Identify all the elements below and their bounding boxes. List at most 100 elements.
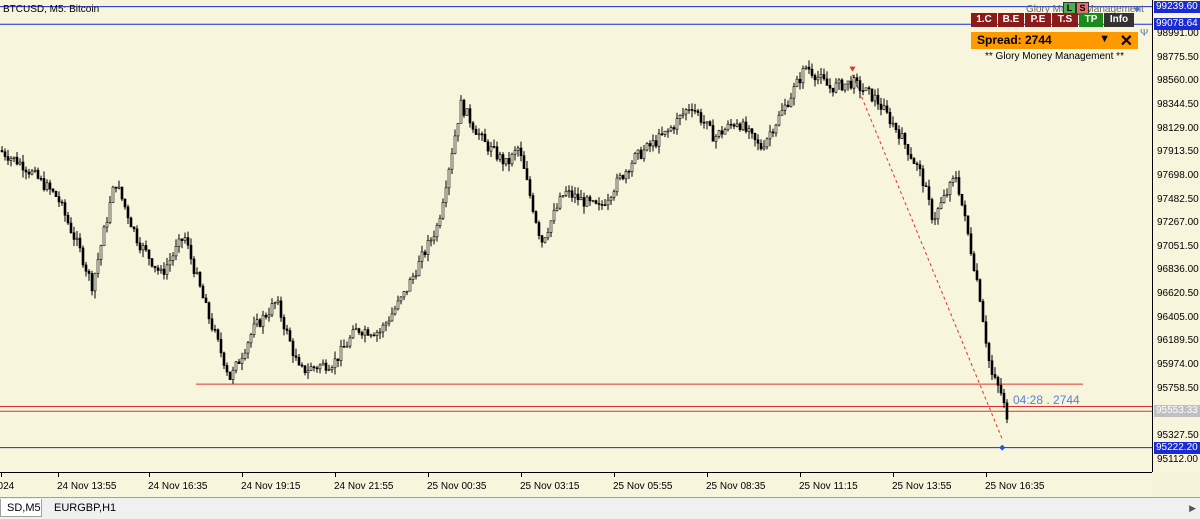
candle-body xyxy=(966,215,970,235)
price-tick: 95112.00 xyxy=(1157,453,1198,465)
partial-exit-button[interactable]: P.E xyxy=(1025,13,1051,27)
time-tick: 24 Nov 19:15 xyxy=(241,481,301,492)
tab-btcusd-m5[interactable]: SD,M5 xyxy=(0,499,42,517)
candle-body xyxy=(327,369,331,371)
candle-body xyxy=(585,196,589,207)
candle-body xyxy=(225,365,229,373)
candle-body xyxy=(651,140,655,147)
candle-body xyxy=(615,177,619,193)
spread-label: Spread: 2744 xyxy=(977,33,1052,47)
signal-icon: Ψ xyxy=(1140,28,1149,39)
candle-body xyxy=(936,208,940,220)
price-tick: 97698.00 xyxy=(1157,169,1199,181)
candle-body xyxy=(624,170,628,180)
price-tag: 95553.33 xyxy=(1154,405,1200,418)
candle-body xyxy=(213,329,217,331)
candle-body xyxy=(843,83,847,91)
candle-body xyxy=(453,135,457,154)
candle-body xyxy=(717,130,721,137)
candle-body xyxy=(429,239,433,242)
candle-body xyxy=(324,362,328,371)
candle-body xyxy=(366,329,370,336)
candle-body xyxy=(846,80,850,85)
candle-body xyxy=(396,300,400,310)
tab-eurgbp-h1[interactable]: EURGBP,H1 xyxy=(48,499,128,517)
candle-body xyxy=(198,272,202,287)
price-tick: 98560.00 xyxy=(1157,75,1199,87)
time-tick-mark xyxy=(521,473,522,477)
candle-body xyxy=(768,131,772,140)
candle-body xyxy=(90,273,94,292)
candle-body xyxy=(60,201,64,204)
break-even-button[interactable]: B.E xyxy=(998,13,1024,27)
candle-body xyxy=(342,346,346,348)
candle-body xyxy=(594,200,598,204)
candle-body xyxy=(849,80,853,89)
price-axis[interactable]: 98991.00 98775.50 98560.00 98344.50 98129.00… xyxy=(1152,0,1200,472)
price-tick: 97913.50 xyxy=(1157,146,1199,158)
candle-body xyxy=(75,237,79,240)
close-1-button[interactable]: 1.C xyxy=(971,13,997,27)
candle-body xyxy=(162,268,166,275)
candle-body xyxy=(234,361,238,371)
candle-body xyxy=(360,332,364,336)
candle-body xyxy=(516,147,520,151)
candle-body xyxy=(147,249,151,259)
price-tick: 97482.50 xyxy=(1157,193,1199,205)
candle-body xyxy=(423,251,427,255)
time-tick-mark xyxy=(1,473,2,477)
candle-body xyxy=(978,279,982,302)
price-tag: 99239.60 xyxy=(1154,0,1200,13)
candle-body xyxy=(36,169,40,179)
candle-body xyxy=(591,200,595,202)
candle-body xyxy=(21,161,25,171)
dropdown-icon[interactable]: ▼ xyxy=(1099,33,1110,45)
candle-body xyxy=(42,178,46,190)
candle-body xyxy=(804,66,808,69)
candle-body xyxy=(759,142,763,150)
candle-body xyxy=(786,104,790,107)
candle-body xyxy=(96,259,100,274)
candle-body xyxy=(399,296,403,302)
candle-body xyxy=(153,265,157,269)
close-icon[interactable]: ✕ xyxy=(1120,31,1133,51)
candle-body xyxy=(522,155,526,169)
candle-body xyxy=(474,128,478,135)
candle-body xyxy=(630,162,634,173)
time-tick: 24 Nov 16:35 xyxy=(148,481,208,492)
candle-body xyxy=(828,85,832,89)
price-tick: 96405.00 xyxy=(1157,311,1199,323)
candle-body xyxy=(678,115,682,119)
price-chart[interactable] xyxy=(0,0,1152,472)
candle-body xyxy=(825,78,829,86)
time-axis[interactable]: 2024 24 Nov 13:55 24 Nov 16:35 24 Nov 19:15… xyxy=(0,472,1152,497)
candle-body xyxy=(582,197,586,207)
candle-body xyxy=(894,122,898,130)
chart-area[interactable] xyxy=(0,0,1152,472)
candle-body xyxy=(666,130,670,133)
candle-body xyxy=(438,217,442,226)
candle-body xyxy=(528,179,532,196)
scroll-right-icon[interactable]: ▶ xyxy=(1189,503,1196,514)
trailing-stop-button[interactable]: T.S xyxy=(1052,13,1078,27)
info-button[interactable]: Info xyxy=(1104,13,1134,27)
candle-body xyxy=(744,121,748,132)
candle-body xyxy=(822,74,826,80)
take-profit-button[interactable]: TP xyxy=(1079,13,1103,27)
candle-body xyxy=(120,186,124,200)
candle-body xyxy=(873,94,877,102)
candle-body xyxy=(504,158,508,165)
candle-body xyxy=(645,143,649,151)
price-tick: 97051.50 xyxy=(1157,240,1199,252)
candle-body xyxy=(597,203,601,205)
candle-body xyxy=(165,264,169,275)
candle-body xyxy=(993,374,997,378)
candle-body xyxy=(915,163,919,166)
candle-body xyxy=(192,258,196,274)
candle-body xyxy=(858,80,862,91)
price-tag: 99078.64 xyxy=(1154,18,1200,31)
candle-body xyxy=(222,352,226,366)
candle-body xyxy=(702,121,706,124)
candle-body xyxy=(171,255,175,261)
candle-body xyxy=(549,220,553,233)
